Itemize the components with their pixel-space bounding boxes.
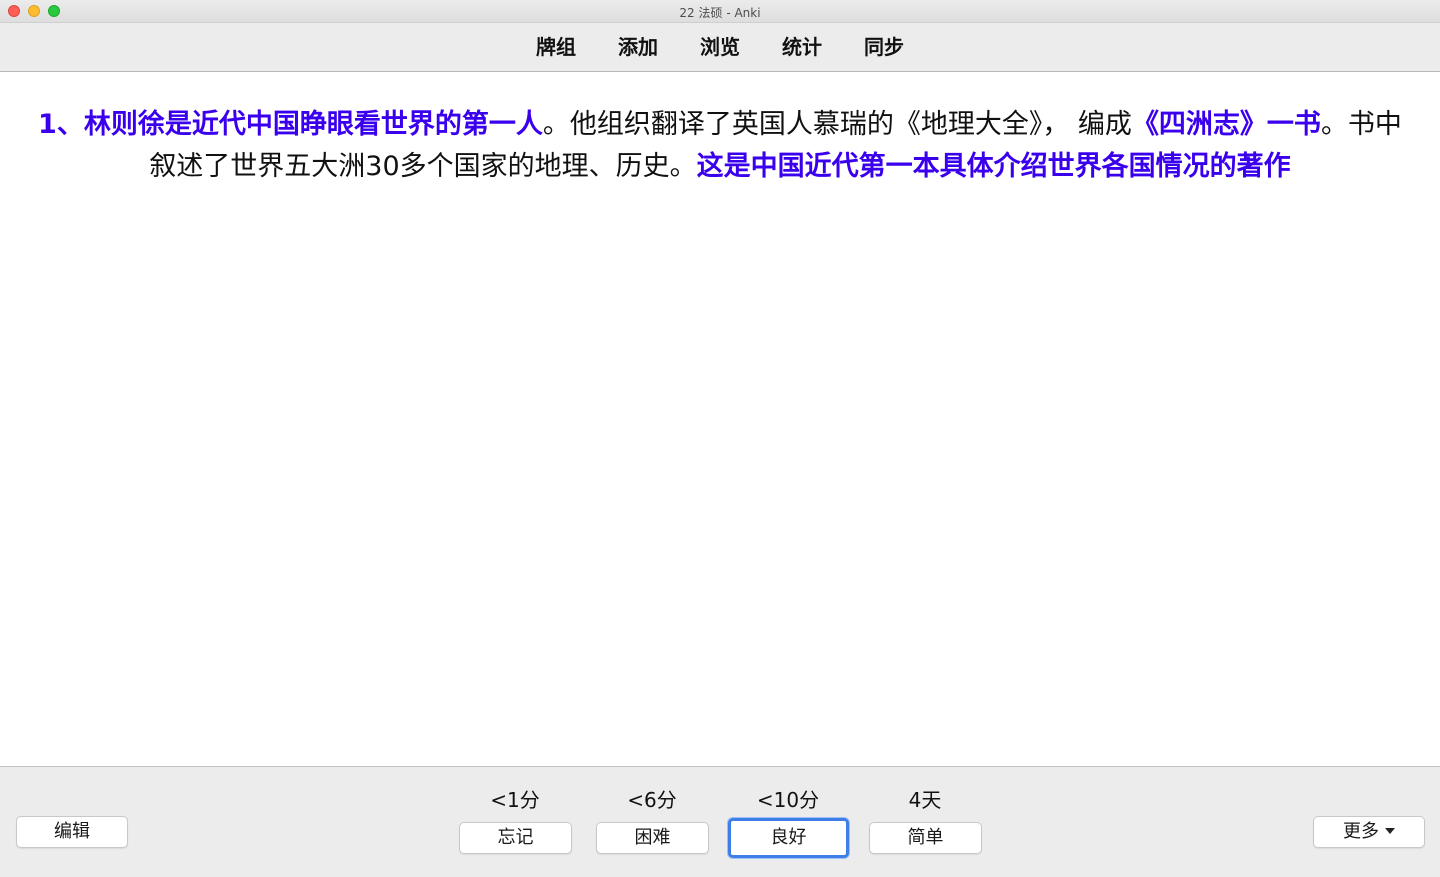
card-text: 。他组织翻译了英国人慕瑞的《地理大全》， 编成 [542,109,1132,140]
good-button[interactable]: 良好 [728,818,849,858]
easy-button[interactable]: 简单 [869,822,982,854]
card-highlight-text: 这是中国近代第一本具体介绍世界各国情况的著作 [696,151,1291,182]
window-title: 22 法硕 - Anki [679,6,761,20]
more-button-label: 更多 [1343,821,1379,842]
anki-window: 22 法硕 - Anki 牌组 添加 浏览 统计 同步 1、林则徐是近代中国睁眼… [0,0,1440,877]
toolbar-sync-link[interactable]: 同步 [843,34,925,60]
card-highlight-text: 1、林则徐是近代中国睁眼看世界的第一人 [38,109,543,140]
again-button[interactable]: 忘记 [459,822,572,854]
main-toolbar: 牌组 添加 浏览 统计 同步 [0,23,1440,72]
hard-button[interactable]: 困难 [596,822,709,854]
toolbar-browse-link[interactable]: 浏览 [679,34,761,60]
more-button[interactable]: 更多 [1313,816,1425,848]
answer-interval-hard: <6分 [627,788,677,812]
toolbar-stats-link[interactable]: 统计 [761,34,843,60]
card-highlight-text: 《四洲志》一书 [1131,109,1321,140]
chevron-down-icon [1385,827,1395,834]
answer-interval-again: <1分 [490,788,540,812]
reviewer-bottom-bar [0,766,1440,877]
answer-interval-easy: 4天 [908,788,942,812]
card-content: 1、林则徐是近代中国睁眼看世界的第一人。他组织翻译了英国人慕瑞的《地理大全》， … [30,104,1410,188]
title-bar: 22 法硕 - Anki [0,0,1440,23]
answer-interval-good: <10分 [756,788,820,812]
toolbar-add-link[interactable]: 添加 [597,34,679,60]
toolbar-decks-link[interactable]: 牌组 [515,34,597,60]
edit-button[interactable]: 编辑 [16,816,128,848]
